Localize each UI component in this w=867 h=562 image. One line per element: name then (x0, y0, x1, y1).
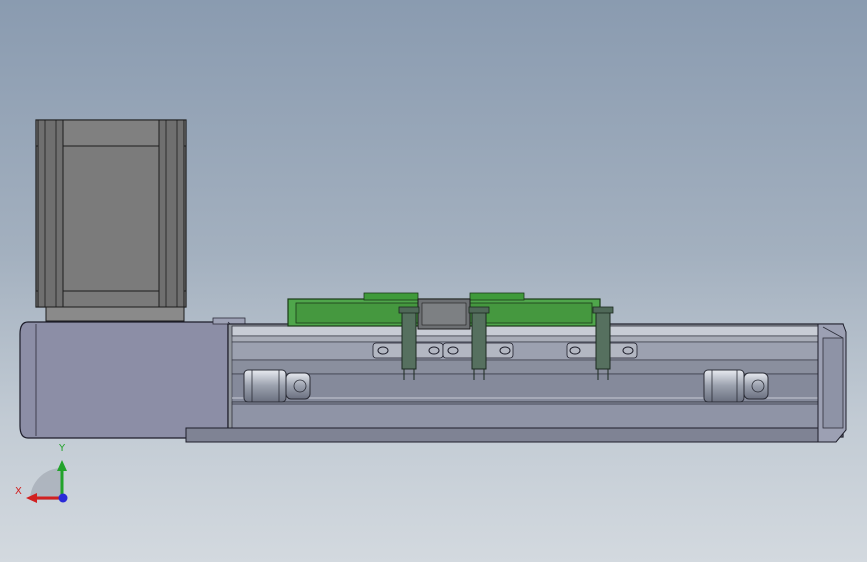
sensor-bracket-2[interactable] (468, 306, 490, 380)
cad-viewport[interactable]: Y X (0, 0, 867, 562)
z-axis-dot (58, 493, 68, 503)
motor-end-block[interactable] (19, 317, 246, 439)
axis-x-label: X (15, 486, 22, 497)
y-axis-arrowhead (57, 460, 67, 471)
model-view[interactable] (0, 0, 867, 562)
sensor-bracket-1[interactable] (398, 306, 420, 380)
carriage-plate[interactable] (287, 292, 601, 330)
sensor-bracket-3[interactable] (592, 306, 614, 380)
roller-right[interactable] (703, 369, 769, 403)
orientation-triad[interactable] (26, 460, 68, 503)
axis-y-label: Y (59, 443, 66, 454)
roller-left[interactable] (243, 369, 311, 403)
stepper-motor[interactable] (35, 119, 187, 322)
